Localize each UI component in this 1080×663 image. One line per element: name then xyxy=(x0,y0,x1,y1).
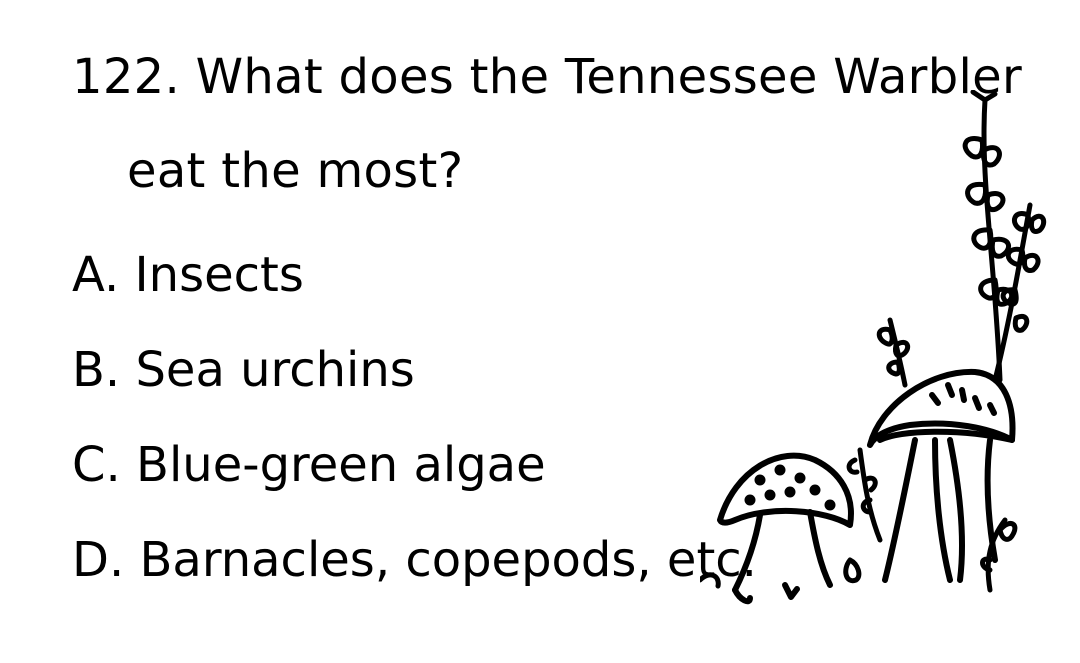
option-d[interactable]: D. Barnacles, copepods, etc. xyxy=(72,513,757,608)
option-a[interactable]: A. Insects xyxy=(72,228,757,323)
small-mushroom-icon xyxy=(717,452,854,605)
option-c[interactable]: C. Blue-green algae xyxy=(72,418,757,513)
option-b[interactable]: B. Sea urchins xyxy=(72,323,757,418)
mushroom-illustration-icon xyxy=(700,90,1070,615)
fern-2-icon xyxy=(992,202,1047,383)
sprig-icon xyxy=(876,317,911,388)
answer-options: A. Insects B. Sea urchins C. Blue-green … xyxy=(72,228,757,608)
